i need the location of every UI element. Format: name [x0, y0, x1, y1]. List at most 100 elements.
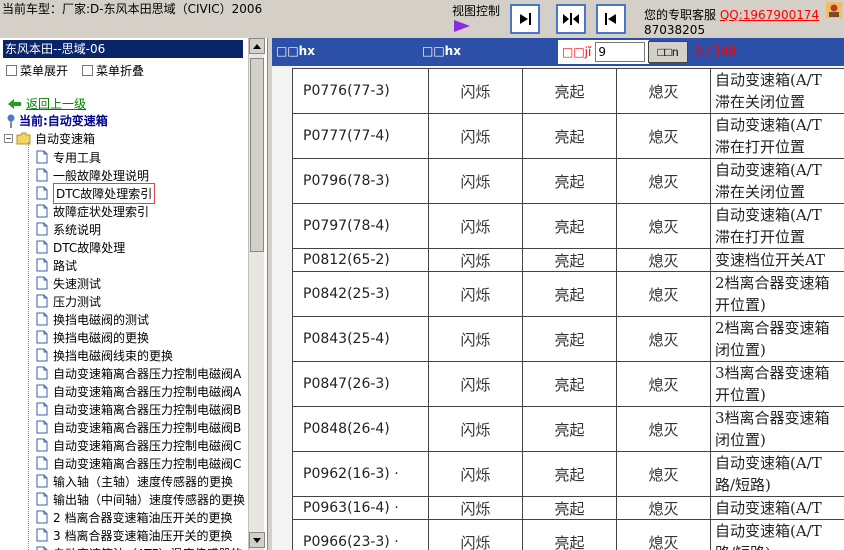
- document-icon: [36, 168, 48, 182]
- service-label: 您的专职客服: [644, 8, 717, 22]
- view-right-panel-button[interactable]: [596, 4, 626, 34]
- document-icon: [36, 204, 48, 218]
- description-line-1: 3档离合器变速箱: [715, 364, 830, 382]
- tree-collapse-toggle[interactable]: −: [4, 134, 13, 143]
- indicator-3-cell: 熄灭: [616, 451, 711, 497]
- page-number-input[interactable]: [595, 42, 646, 62]
- page-jump-box: □□jǐ: [558, 40, 650, 64]
- indicator-3-cell: 熄灭: [616, 158, 711, 204]
- table-row: P0847(26-3) 闪烁 亮起 熄灭 3档离合器变速箱 开位置): [292, 361, 844, 407]
- description-cell: 3档离合器变速箱 闭位置): [710, 406, 844, 452]
- view-left-panel-button[interactable]: [510, 4, 540, 34]
- indicator-2-cell: 亮起: [522, 361, 617, 407]
- back-link-row[interactable]: 返回上一级: [8, 95, 86, 112]
- current-label: 当前:自动变速箱: [19, 114, 108, 128]
- qq-link[interactable]: QQ:1967900174: [720, 8, 819, 22]
- description-line-2: 滞在关闭位置: [715, 93, 806, 111]
- indicator-1-cell: 闪烁: [428, 68, 523, 114]
- tree-item-label: 自动变速箱离合器压力控制电磁阀A: [53, 384, 242, 399]
- collapse-menu-option[interactable]: 菜单折叠: [82, 62, 144, 79]
- expand-menu-option[interactable]: 菜单展开: [6, 62, 68, 79]
- scrollbar-thumb[interactable]: [250, 58, 264, 252]
- tree-item[interactable]: 自动变速箱离合器压力控制电磁阀A: [36, 382, 248, 400]
- vehicle-header: 东风本田--思域-06: [3, 40, 243, 58]
- tree-item-label: 自动变速箱离合器压力控制电磁阀A: [53, 366, 242, 381]
- description-line-1: 自动变速箱(A/T: [715, 454, 822, 472]
- tree-item[interactable]: 自动变速箱离合器压力控制电磁阀C: [36, 454, 248, 472]
- dtc-code-cell: P0777(77-4): [292, 113, 429, 159]
- tree-item[interactable]: 自动变速箱离合器压力控制电磁阀B: [36, 400, 248, 418]
- tree-item[interactable]: 专用工具: [36, 148, 248, 166]
- tree-item[interactable]: 换挡电磁阀的测试: [36, 310, 248, 328]
- tree-item[interactable]: 故障症状处理索引: [36, 202, 248, 220]
- tree-item[interactable]: 路试: [36, 256, 248, 274]
- indicator-2-cell: 亮起: [522, 496, 617, 520]
- collapse-label: 菜单折叠: [96, 64, 145, 78]
- view-split-button[interactable]: [556, 4, 586, 34]
- header-text-1: □□hx: [276, 44, 315, 58]
- tree-item[interactable]: 一般故障处理说明: [36, 166, 248, 184]
- dtc-code-cell: P0796(78-3): [292, 158, 429, 204]
- collapse-checkbox[interactable]: [82, 65, 94, 76]
- split-arrows-icon: [563, 13, 579, 25]
- tree-item[interactable]: DTC故障处理: [36, 238, 248, 256]
- arrow-left-bar-icon: [605, 13, 616, 25]
- left-scrollbar[interactable]: [248, 38, 265, 550]
- tree-item-label: 自动变速箱离合器压力控制电磁阀C: [53, 438, 242, 453]
- tree-item[interactable]: 3 档离合器变速箱油压开关的更换: [36, 526, 248, 544]
- tree-item[interactable]: 2 档离合器变速箱油压开关的更换: [36, 508, 248, 526]
- tree-item[interactable]: DTC故障处理索引: [36, 182, 248, 204]
- document-icon: [36, 384, 48, 398]
- indicator-1-cell: 闪烁: [428, 496, 523, 520]
- description-cell: 变速档位开关AT: [710, 248, 844, 272]
- dtc-code-cell: P0962(16-3) ·: [292, 451, 429, 497]
- table-row: P0842(25-3) 闪烁 亮起 熄灭 2档离合器变速箱 开位置): [292, 271, 844, 317]
- description-line-2: 闭位置): [715, 431, 766, 449]
- expand-label: 菜单展开: [20, 64, 69, 78]
- tree-item[interactable]: 输入轴（主轴）速度传感器的更换: [36, 472, 248, 490]
- description-line-1: 自动变速箱(A/T: [715, 71, 822, 89]
- description-line-1: 3档离合器变速箱: [715, 409, 830, 427]
- table-row: P0777(77-4) 闪烁 亮起 熄灭 自动变速箱(A/T 滞在打开位置: [292, 113, 844, 159]
- description-cell: 3档离合器变速箱 开位置): [710, 361, 844, 407]
- user-avatar-icon[interactable]: [826, 2, 842, 18]
- dtc-code-cell: P0812(65-2): [292, 248, 429, 272]
- folder-node[interactable]: − 自动变速箱: [4, 130, 95, 147]
- dtc-code-cell: P0963(16-4) ·: [292, 496, 429, 520]
- top-bar: 当前车型：厂家:D-东风本田思域（CIVIC）2006 视图控制 您的专职客服 …: [0, 0, 844, 37]
- tree-item[interactable]: 自动变速箱油（ATF）温度传感器的: [36, 544, 248, 550]
- document-icon: [36, 240, 48, 254]
- tree-item[interactable]: 自动变速箱离合器压力控制电磁阀C: [36, 436, 248, 454]
- document-icon: [36, 402, 48, 416]
- indicator-3-cell: 熄灭: [616, 113, 711, 159]
- table-row: P0796(78-3) 闪烁 亮起 熄灭 自动变速箱(A/T 滞在关闭位置: [292, 158, 844, 204]
- page-jump-label: □□jǐ: [562, 45, 592, 59]
- play-triangle-icon[interactable]: [454, 20, 470, 32]
- tree-item-label: DTC故障处理: [53, 240, 126, 255]
- tree-item[interactable]: 压力测试: [36, 292, 248, 310]
- tree-item[interactable]: 换挡电磁阀线束的更换: [36, 346, 248, 364]
- table-row: P0776(77-3) 闪烁 亮起 熄灭 自动变速箱(A/T 滞在关闭位置: [292, 68, 844, 114]
- tree-item[interactable]: 换挡电磁阀的更换: [36, 328, 248, 346]
- tree-item[interactable]: 自动变速箱离合器压力控制电磁阀B: [36, 418, 248, 436]
- back-link[interactable]: 返回上一级: [26, 95, 86, 112]
- tree-item[interactable]: 系统说明: [36, 220, 248, 238]
- tree-item-label: 自动变速箱离合器压力控制电磁阀B: [53, 420, 242, 435]
- tree-item-label: 换挡电磁阀的更换: [53, 330, 150, 345]
- table-row: P0966(23-3) ·闪烁亮起熄灭自动变速箱(A/T 路/短路): [292, 519, 844, 550]
- document-icon: [36, 222, 48, 236]
- document-icon: [36, 420, 48, 434]
- table-row: P0848(26-4) 闪烁 亮起 熄灭 3档离合器变速箱 闭位置): [292, 406, 844, 452]
- description-line-2: 开位置): [715, 386, 766, 404]
- dtc-table: P0776(77-3) 闪烁 亮起 熄灭 自动变速箱(A/T 滞在关闭位置 P0777(77…: [292, 68, 844, 550]
- table-row: P0962(16-3) · 闪烁 亮起 熄灭 自动变速箱(A/T 路/短路): [292, 451, 844, 497]
- tree-item[interactable]: 输出轴（中间轴）速度传感器的更换: [36, 490, 248, 508]
- tree-item[interactable]: 失速测试: [36, 274, 248, 292]
- tree-item[interactable]: 自动变速箱离合器压力控制电磁阀A: [36, 364, 248, 382]
- page-go-button[interactable]: □□n: [648, 41, 688, 63]
- scroll-up-button[interactable]: [249, 38, 265, 54]
- tree-item-label: 路试: [53, 258, 78, 273]
- view-control-label: 视图控制: [452, 4, 501, 18]
- scroll-down-button[interactable]: [249, 532, 265, 548]
- expand-checkbox[interactable]: [6, 65, 17, 76]
